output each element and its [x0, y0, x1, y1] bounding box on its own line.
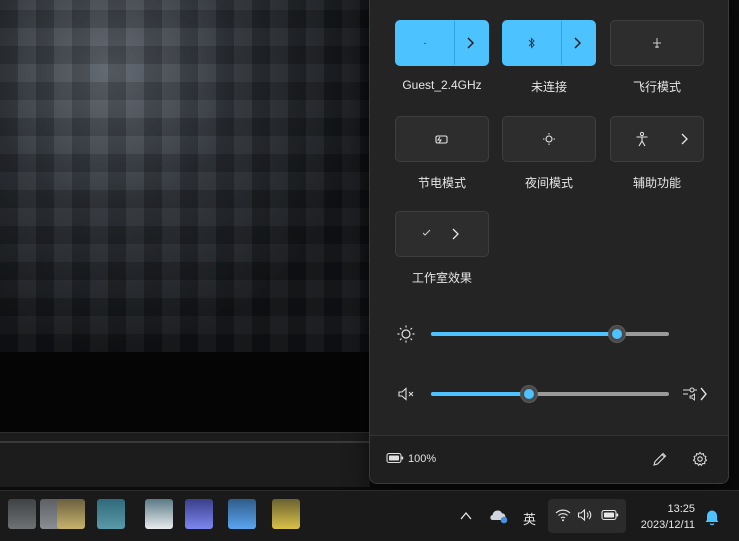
wifi-icon	[555, 509, 571, 522]
airplane-mode-tile[interactable]	[610, 20, 704, 66]
video-area	[0, 352, 370, 432]
media-player-bar	[0, 432, 370, 487]
network-volume-battery-group[interactable]	[548, 499, 626, 533]
wifi-icon: ·	[423, 37, 427, 49]
accessibility-expand-button[interactable]	[671, 117, 697, 161]
brightness-fill	[431, 332, 617, 336]
battery-saver-tile[interactable]	[395, 116, 489, 162]
bluetooth-toggle[interactable]	[503, 21, 561, 65]
battery-icon[interactable]	[386, 452, 404, 464]
bluetooth-tile[interactable]	[502, 20, 596, 66]
wifi-expand-button[interactable]	[452, 21, 488, 65]
battery-saver-label: 节电模式	[417, 176, 466, 190]
taskbar-app-icon[interactable]	[8, 499, 36, 529]
bluetooth-tile-label: 未连接	[530, 80, 567, 94]
volume-fill	[431, 392, 529, 396]
studio-effects-label: 工作室效果	[411, 271, 472, 285]
sun-icon	[397, 325, 415, 343]
accessibility-tile[interactable]	[610, 116, 704, 162]
quick-settings-panel: · Guest_2.4GHz 未连接 飞行模式 节电模式 夜间模式 辅助功能 工…	[369, 0, 729, 484]
quick-settings-footer: 100%	[370, 435, 728, 483]
taskbar-app-icon[interactable]	[185, 499, 213, 529]
taskbar-clock[interactable]: 13:25 2023/12/11	[641, 501, 695, 533]
media-progress-track[interactable]	[0, 441, 370, 443]
thumb-dot	[611, 329, 622, 339]
ime-language-indicator[interactable]: 英	[523, 509, 536, 528]
chevron-right-icon	[574, 37, 581, 49]
battery-saver-icon	[435, 135, 448, 144]
taskbar-app-icon[interactable]	[228, 499, 256, 529]
clock-date: 2023/12/11	[640, 519, 695, 531]
brightness-slider[interactable]	[431, 325, 669, 343]
airplane-mode-label: 飞行模式	[632, 80, 681, 94]
airplane-icon	[653, 38, 661, 48]
volume-icon	[577, 508, 592, 522]
volume-slider-row	[370, 378, 728, 408]
wifi-tile-label: Guest_2.4GHz	[402, 78, 482, 92]
speaker-muted-icon[interactable]	[396, 384, 416, 404]
settings-gear-icon[interactable]	[692, 451, 708, 467]
brightness-slider-row	[370, 318, 728, 348]
battery-icon	[601, 509, 619, 521]
thumb-dot	[523, 389, 534, 399]
notification-bell-icon[interactable]	[704, 508, 720, 526]
volume-thumb[interactable]	[519, 385, 538, 403]
studio-effects-expand-button[interactable]	[442, 212, 468, 256]
bluetooth-expand-button[interactable]	[559, 21, 595, 65]
battery-percentage: 100%	[408, 453, 437, 465]
wifi-toggle[interactable]: ·	[396, 21, 454, 65]
studio-effects-tile[interactable]	[395, 211, 489, 257]
onedrive-cloud-icon[interactable]	[488, 507, 510, 525]
chevron-right-icon	[452, 228, 459, 240]
accessibility-label: 辅助功能	[632, 176, 681, 190]
chevron-up-icon[interactable]	[460, 511, 472, 521]
taskbar-app-icon[interactable]	[145, 499, 173, 529]
audio-output-select-icon[interactable]	[682, 384, 708, 404]
studio-effects-icon	[422, 229, 431, 236]
chevron-right-icon	[467, 37, 474, 49]
taskbar-app-icon[interactable]	[97, 499, 125, 529]
desktop-wallpaper	[0, 0, 370, 352]
clock-time: 13:25	[667, 503, 695, 515]
taskbar: 英 13:25 2023/12/11	[0, 490, 739, 541]
accessibility-icon	[636, 131, 648, 147]
wifi-tile[interactable]: ·	[395, 20, 489, 66]
taskbar-app-icon[interactable]	[57, 499, 85, 529]
brightness-thumb[interactable]	[607, 325, 626, 343]
edit-pencil-icon[interactable]	[652, 451, 668, 467]
night-light-tile[interactable]	[502, 116, 596, 162]
taskbar-app-icon[interactable]	[272, 499, 300, 529]
night-light-icon	[543, 133, 555, 145]
accessibility-toggle[interactable]	[611, 117, 673, 161]
volume-slider[interactable]	[431, 385, 669, 403]
chevron-right-icon	[681, 133, 688, 145]
night-light-label: 夜间模式	[524, 176, 573, 190]
bluetooth-icon	[528, 37, 535, 49]
